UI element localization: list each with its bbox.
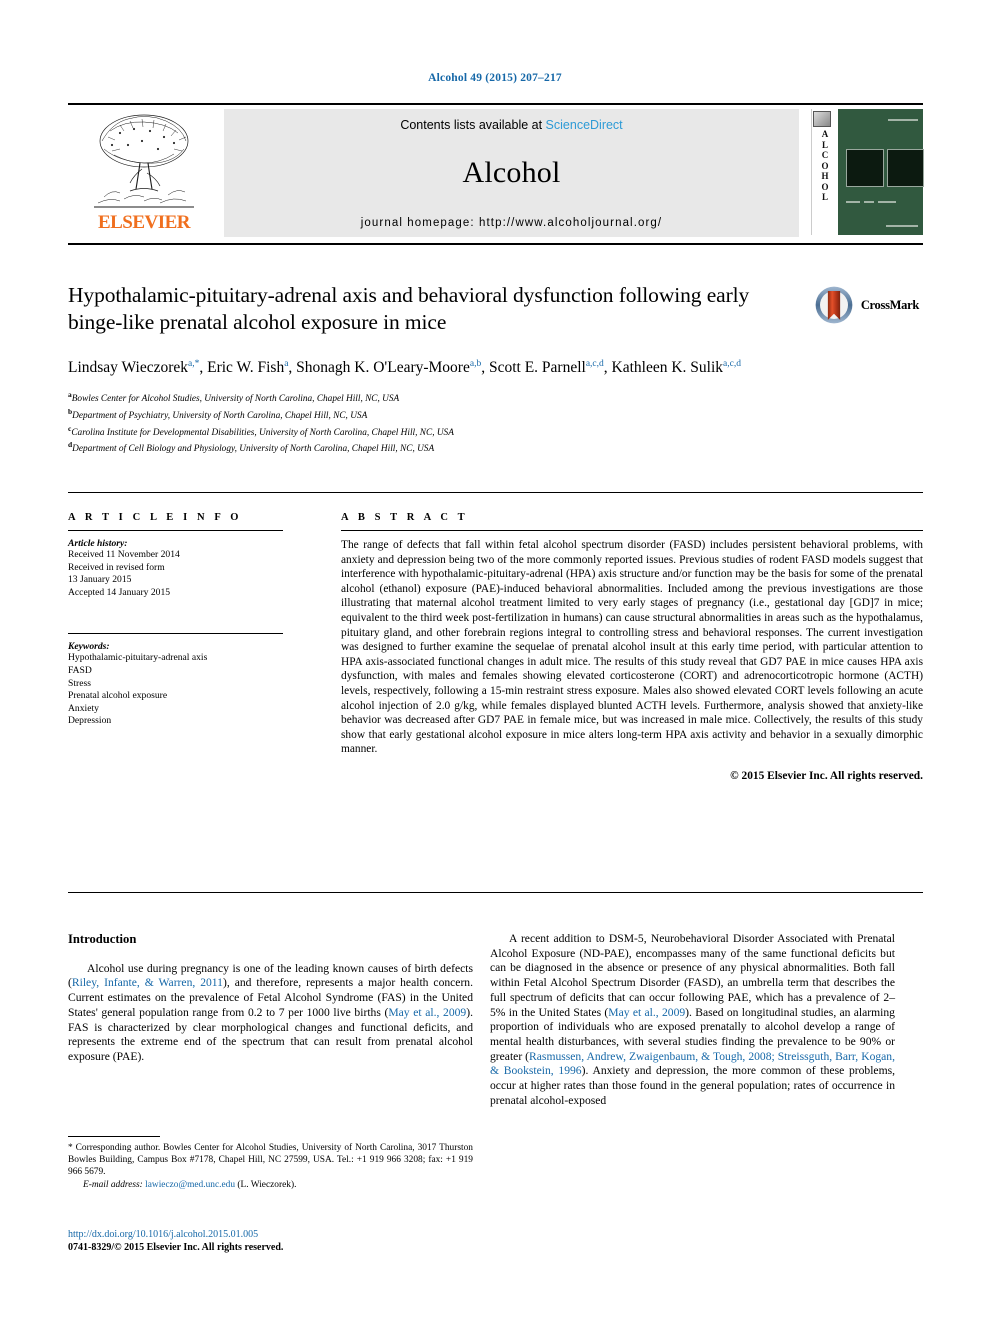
header-top-rule <box>68 103 923 105</box>
elsevier-tree-icon <box>94 114 194 208</box>
citation-link[interactable]: May et al., 2009 <box>388 1006 466 1019</box>
keyword-item: Stress <box>68 677 91 689</box>
cover-micrographs <box>846 149 924 187</box>
running-head: Alcohol 49 (2015) 207–217 <box>428 72 562 84</box>
abstract-text: The range of defects that fall within fe… <box>341 539 923 756</box>
keyword-item: Prenatal alcohol exposure <box>68 690 168 702</box>
cover-letter: H <box>821 171 829 181</box>
page-title: Hypothalamic-pituitary-adrenal axis and … <box>68 283 750 334</box>
info-top-rule <box>68 492 923 493</box>
keyword-item: Hypothalamic-pituitary-adrenal axis <box>68 652 208 664</box>
article-history-line: Received in revised form <box>68 561 165 573</box>
article-history-line: Accepted 14 January 2015 <box>68 586 171 598</box>
contents-line: Contents lists available at ScienceDirec… <box>400 118 622 132</box>
cover-chip-icon <box>813 111 831 127</box>
abstract-copyright: © 2015 Elsevier Inc. All rights reserved… <box>730 769 923 782</box>
journal-banner: Contents lists available at ScienceDirec… <box>224 109 799 237</box>
cover-spine: A L C O H O L <box>811 109 838 235</box>
elsevier-logo: ELSEVIER <box>68 109 220 237</box>
journal-header: ELSEVIER Contents lists available at Sci… <box>68 103 924 245</box>
issn-copyright: 0741-8329/© 2015 Elsevier Inc. All right… <box>68 1242 284 1253</box>
keyword-item: FASD <box>68 664 92 676</box>
cover-letter: L <box>821 139 828 150</box>
body-column-right: A recent addition to DSM-5, Neurobehavio… <box>490 932 895 1108</box>
article-info-rule <box>68 530 283 531</box>
email-owner: (L. Wieczorek). <box>237 1179 297 1190</box>
cover-letter: O <box>821 160 829 171</box>
email-label: E-mail address: <box>83 1179 143 1190</box>
journal-title: Alcohol <box>462 155 561 189</box>
doi-block: http://dx.doi.org/10.1016/j.alcohol.2015… <box>68 1228 473 1254</box>
introduction-paragraph-right: A recent addition to DSM-5, Neurobehavio… <box>490 932 896 1107</box>
introduction-paragraph-left: Alcohol use during pregnancy is one of t… <box>68 961 474 1063</box>
footnote-rule <box>68 1136 160 1137</box>
journal-cover-thumbnail: A L C O H O L <box>805 109 924 237</box>
title-block: Hypothalamic-pituitary-adrenal axis and … <box>68 282 923 456</box>
email-link[interactable]: lawieczo@med.unc.edu <box>145 1180 235 1190</box>
paper-page: Alcohol 49 (2015) 207–217 ELSEVIER Conte… <box>0 0 990 1320</box>
article-history-line: Received 11 November 2014 <box>68 549 180 560</box>
author-list: Lindsay Wieczoreka,*, Eric W. Fisha, Sho… <box>68 359 741 377</box>
sciencedirect-link[interactable]: ScienceDirect <box>546 118 623 132</box>
keyword-item: Anxiety <box>68 702 99 714</box>
elsevier-wordmark: ELSEVIER <box>97 212 191 233</box>
crossmark-icon <box>815 286 853 324</box>
affiliation-item: aBowles Center for Alcohol Studies, Univ… <box>68 390 400 405</box>
citation-link[interactable]: Riley, Infante, & Warren, 2011 <box>72 976 223 989</box>
affiliation-item: dDepartment of Cell Biology and Physiolo… <box>68 440 435 455</box>
article-info-section: A R T I C L E I N F O Article history: R… <box>68 512 283 728</box>
abstract-bottom-rule <box>68 892 923 893</box>
body-column-left: Introduction Alcohol use during pregnanc… <box>68 932 473 1065</box>
abstract-section: A B S T R A C T The range of defects tha… <box>341 512 923 782</box>
corresponding-author-footnote: * Corresponding author. Bowles Center fo… <box>68 1136 473 1191</box>
keywords-label: Keywords: <box>68 641 110 653</box>
abstract-heading: A B S T R A C T <box>341 512 469 523</box>
crossmark-label: CrossMark <box>860 297 919 312</box>
journal-homepage-url[interactable]: journal homepage: http://www.alcoholjour… <box>361 217 662 229</box>
article-history-line: 13 January 2015 <box>68 574 132 586</box>
article-info-heading: A R T I C L E I N F O <box>68 512 243 523</box>
affiliation-item: cCarolina Institute for Developmental Di… <box>68 423 454 438</box>
cover-letter: O <box>821 181 829 192</box>
email-line: E-mail address: lawieczo@med.unc.edu (L.… <box>68 1179 473 1191</box>
abstract-rule <box>341 530 923 531</box>
citation-link[interactable]: Rasmussen, Andrew, Zwaigenbaum, & Tough,… <box>490 1050 895 1078</box>
affiliation-list: aBowles Center for Alcohol Studies, Univ… <box>68 389 923 456</box>
introduction-heading: Introduction <box>68 932 137 946</box>
cover-letter: L <box>821 192 828 202</box>
corresponding-author-text: * Corresponding author. Bowles Center fo… <box>68 1143 473 1178</box>
doi-link[interactable]: http://dx.doi.org/10.1016/j.alcohol.2015… <box>68 1229 258 1240</box>
cover-art <box>838 109 924 235</box>
crossmark-badge[interactable]: CrossMark <box>813 284 919 326</box>
cover-letter: A <box>821 129 829 139</box>
header-bottom-rule <box>68 243 923 245</box>
contents-prefix: Contents lists available at <box>400 118 546 132</box>
keywords-rule <box>68 633 283 635</box>
citation-link[interactable]: May et al., 2009 <box>608 1006 685 1019</box>
affiliation-item: bDepartment of Psychiatry, University of… <box>68 406 368 421</box>
article-history-label: Article history: <box>68 538 128 549</box>
keyword-item: Depression <box>68 715 112 727</box>
cover-letter: C <box>821 150 829 160</box>
